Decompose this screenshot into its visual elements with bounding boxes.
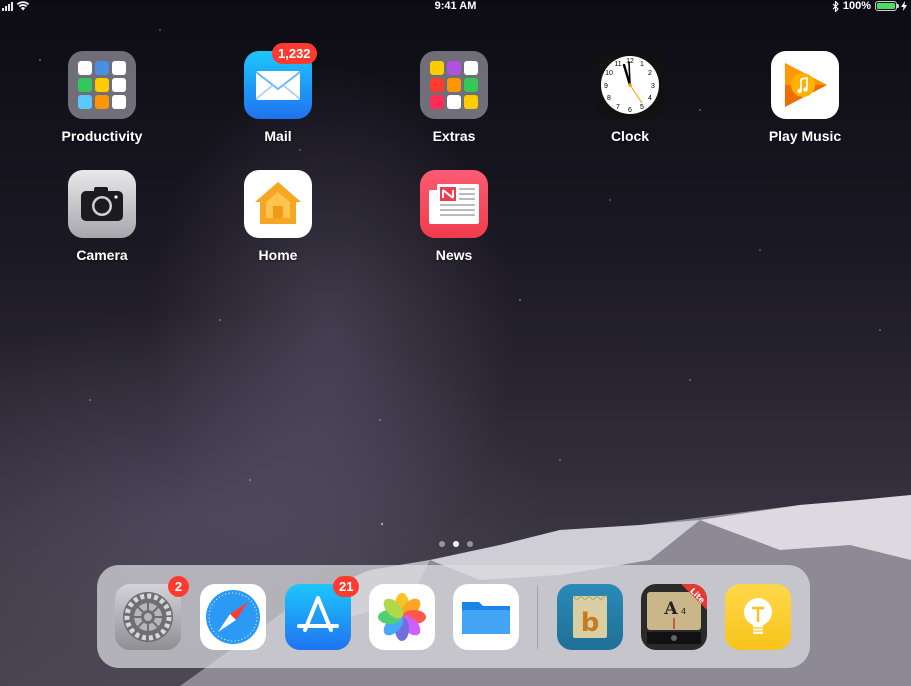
app-label: News <box>435 247 473 263</box>
svg-text:10: 10 <box>605 70 613 77</box>
svg-text:4: 4 <box>648 95 652 102</box>
app-label: Productivity <box>61 128 143 144</box>
notification-badge: 1,232 <box>272 43 317 64</box>
svg-text:2: 2 <box>648 70 652 77</box>
tips-icon <box>744 598 772 634</box>
folder-icon <box>420 51 488 119</box>
app-label: Play Music <box>768 128 842 144</box>
dock-app-safari[interactable] <box>200 584 266 650</box>
app-home[interactable]: Home <box>218 170 338 263</box>
tuner-app-icon: A 4 Lite <box>647 584 707 644</box>
svg-text:6: 6 <box>628 107 632 114</box>
svg-text:7: 7 <box>616 104 620 111</box>
camera-icon <box>68 170 136 238</box>
play-music-icon <box>771 51 839 119</box>
page-dot-active[interactable] <box>452 541 459 547</box>
clock-icon: 12 1 2 3 45 6 78 9 10 11 <box>596 51 664 119</box>
status-bar: 9:41 AM 100% <box>0 0 911 14</box>
svg-text:b: b <box>581 608 600 638</box>
svg-text:11: 11 <box>614 61 621 68</box>
battery-icon <box>875 1 899 11</box>
app-extras[interactable]: Extras <box>394 51 514 144</box>
photos-icon <box>378 593 426 641</box>
dock-app-b[interactable]: b <box>557 584 623 650</box>
dock-separator <box>537 585 538 649</box>
svg-text:A: A <box>663 599 678 619</box>
svg-text:8: 8 <box>607 95 611 102</box>
page-dot[interactable] <box>438 541 445 547</box>
app-label: Clock <box>610 128 650 144</box>
safari-icon <box>206 590 260 644</box>
dock-app-app-store[interactable]: 21 <box>285 576 360 650</box>
dock-app-settings[interactable]: 2 <box>115 576 189 650</box>
dock-app-tuner[interactable]: A 4 Lite <box>641 584 707 650</box>
svg-text:12: 12 <box>626 58 634 65</box>
folder-icon <box>68 51 136 119</box>
app-label: Home <box>258 247 298 263</box>
svg-text:1: 1 <box>640 61 644 68</box>
news-icon <box>420 170 488 238</box>
mail-icon: 1,232 <box>244 43 317 119</box>
dock: 2 21 b A 4 Lite <box>97 565 810 668</box>
battery-percent: 100% <box>842 0 871 12</box>
status-time: 9:41 AM <box>434 0 477 12</box>
notification-badge: 2 <box>168 576 189 597</box>
dock-app-tips[interactable] <box>725 584 791 650</box>
app-camera[interactable]: Camera <box>42 170 162 263</box>
app-label: Extras <box>432 128 476 144</box>
dock-app-photos[interactable] <box>369 584 435 650</box>
page-indicator[interactable] <box>0 541 911 547</box>
app-clock[interactable]: 12 1 2 3 45 6 78 9 10 11 Clock <box>570 51 690 144</box>
app-news[interactable]: News <box>394 170 514 263</box>
app-label: Mail <box>264 128 292 144</box>
app-label: Camera <box>76 247 128 263</box>
bobble-app-icon: b <box>572 595 607 638</box>
files-icon <box>462 602 510 634</box>
app-mail[interactable]: 1,232 Mail <box>218 43 338 144</box>
bluetooth-icon <box>832 0 839 12</box>
svg-text:3: 3 <box>651 83 655 90</box>
charging-icon <box>901 1 907 11</box>
notification-badge: 21 <box>333 576 360 597</box>
svg-text:4: 4 <box>681 607 686 616</box>
svg-text:9: 9 <box>604 83 608 90</box>
app-productivity[interactable]: Productivity <box>42 51 162 144</box>
app-play-music[interactable]: Play Music <box>745 51 865 144</box>
svg-text:5: 5 <box>640 104 644 111</box>
home-icon <box>244 170 312 238</box>
page-dot[interactable] <box>466 541 473 547</box>
dock-app-files[interactable] <box>453 584 519 650</box>
